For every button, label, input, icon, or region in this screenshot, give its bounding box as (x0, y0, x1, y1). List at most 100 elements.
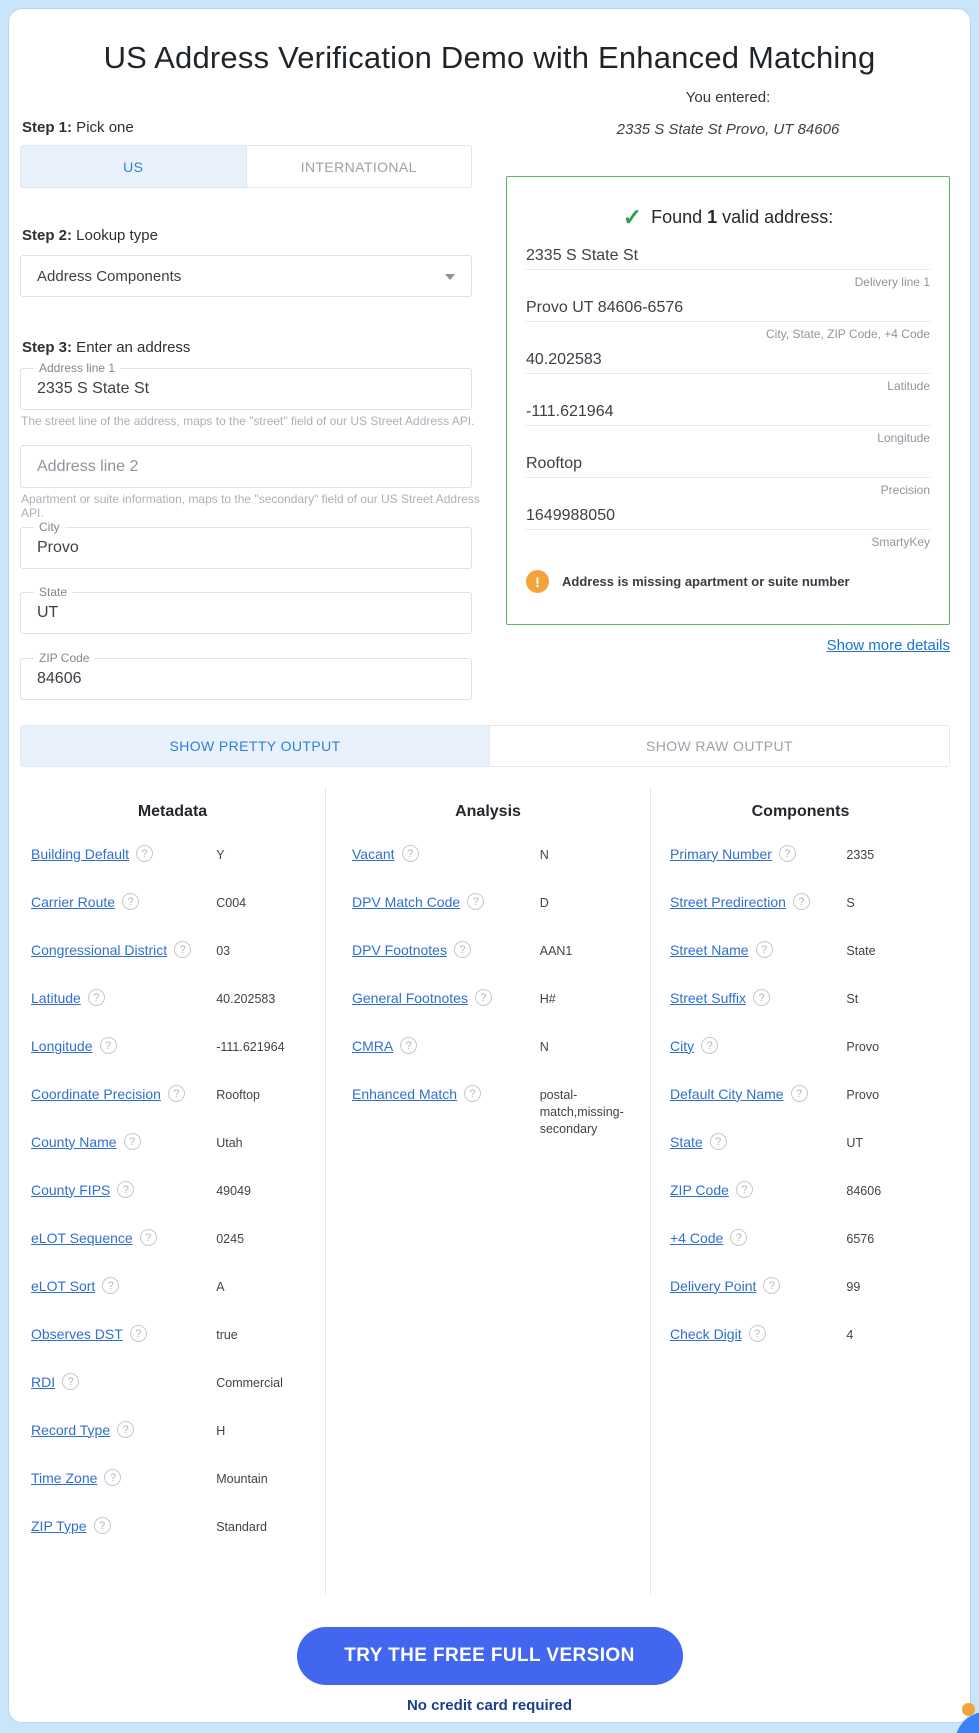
help-icon[interactable]: ? (730, 1229, 748, 1246)
show-more-details-link[interactable]: Show more details (827, 637, 950, 654)
help-icon[interactable]: ? (139, 1229, 157, 1246)
field-label-link[interactable]: Longitude (31, 1038, 93, 1054)
field-label-link[interactable]: Street Name (670, 942, 749, 958)
result-row: Rooftop Precision (526, 450, 930, 502)
tab-us[interactable]: US (21, 146, 246, 187)
address-line1-input[interactable] (21, 369, 471, 409)
help-icon[interactable]: ? (99, 1037, 117, 1054)
table-row: Longitude? -111.621964 (31, 1037, 325, 1085)
lookup-type-select[interactable]: Address Components (20, 255, 472, 297)
result-label: City, State, ZIP Code, +4 Code (766, 327, 930, 341)
help-icon[interactable]: ? (117, 1421, 135, 1438)
help-icon[interactable]: ? (117, 1181, 135, 1198)
field-label-link[interactable]: Building Default (31, 846, 129, 862)
help-icon[interactable]: ? (93, 1517, 111, 1534)
help-icon[interactable]: ? (104, 1469, 122, 1486)
help-icon[interactable]: ? (753, 989, 771, 1006)
address-line2-input[interactable] (21, 446, 471, 487)
field-label-link[interactable]: eLOT Sort (31, 1278, 95, 1294)
field-label-link[interactable]: ZIP Code (670, 1182, 729, 1198)
warning-row: ! Address is missing apartment or suite … (526, 570, 930, 593)
help-icon[interactable]: ? (400, 1037, 418, 1054)
field-label-link[interactable]: Enhanced Match (352, 1086, 457, 1102)
table-row: General Footnotes? H# (352, 989, 650, 1037)
help-icon[interactable]: ? (136, 845, 154, 862)
table-row: DPV Footnotes? AAN1 (352, 941, 650, 989)
field-label-link[interactable]: Street Suffix (670, 990, 746, 1006)
help-icon[interactable]: ? (792, 893, 810, 910)
field-label-link[interactable]: Coordinate Precision (31, 1086, 161, 1102)
result-box: ✓ Found 1 valid address: 2335 S State St … (506, 176, 950, 625)
help-icon[interactable]: ? (464, 1085, 482, 1102)
analysis-column: Analysis Vacant? N DPV Match Code? D DPV… (325, 788, 650, 1594)
help-icon[interactable]: ? (453, 941, 471, 958)
help-icon[interactable]: ? (467, 893, 485, 910)
field-value: 03 (216, 944, 231, 958)
components-rows: Primary Number? 2335 Street Predirection… (651, 845, 950, 1373)
entered-address: 2335 S State St Provo, UT 84606 (616, 121, 840, 138)
help-icon[interactable]: ? (167, 1085, 185, 1102)
try-free-full-version-button[interactable]: TRY THE FREE FULL VERSION (296, 1627, 683, 1685)
field-label-link[interactable]: DPV Match Code (352, 894, 460, 910)
result-value: 40.202583 (526, 350, 602, 368)
field-value: Utah (216, 1136, 243, 1150)
field-value: Mountain (216, 1472, 268, 1486)
help-icon[interactable]: ? (755, 941, 773, 958)
help-icon[interactable]: ? (474, 989, 492, 1006)
field-label-link[interactable]: ZIP Type (31, 1518, 87, 1534)
field-label-link[interactable]: Check Digit (670, 1326, 742, 1342)
field-label-link[interactable]: Street Predirection (670, 894, 786, 910)
help-icon[interactable]: ? (735, 1181, 753, 1198)
help-icon[interactable]: ? (129, 1325, 147, 1342)
help-icon[interactable]: ? (790, 1085, 808, 1102)
zip-input[interactable] (21, 659, 471, 699)
table-row: County Name? Utah (31, 1133, 325, 1181)
help-icon[interactable]: ? (123, 1133, 141, 1150)
table-row: eLOT Sort? A (31, 1277, 325, 1325)
field-label-link[interactable]: Vacant (352, 846, 395, 862)
field-label-link[interactable]: County Name (31, 1134, 117, 1150)
help-icon[interactable]: ? (701, 1037, 719, 1054)
field-label-link[interactable]: Time Zone (31, 1470, 97, 1486)
field-label-link[interactable]: Record Type (31, 1422, 110, 1438)
help-icon[interactable]: ? (778, 845, 796, 862)
result-label: Latitude (887, 379, 930, 393)
field-label-link[interactable]: Default City Name (670, 1086, 784, 1102)
result-label: Longitude (877, 431, 930, 445)
field-label-link[interactable]: Observes DST (31, 1326, 123, 1342)
field-label-link[interactable]: Latitude (31, 990, 81, 1006)
tab-show-raw-output[interactable]: SHOW RAW OUTPUT (489, 726, 949, 766)
city-input[interactable] (21, 528, 471, 568)
field-label-link[interactable]: Delivery Point (670, 1278, 756, 1294)
tab-show-pretty-output[interactable]: SHOW PRETTY OUTPUT (21, 726, 489, 766)
field-label-link[interactable]: State (670, 1134, 703, 1150)
field-label-link[interactable]: General Footnotes (352, 990, 468, 1006)
field-label-link[interactable]: Congressional District (31, 942, 167, 958)
field-label-link[interactable]: City (670, 1038, 694, 1054)
field-label-link[interactable]: CMRA (352, 1038, 393, 1054)
help-icon[interactable]: ? (174, 941, 192, 958)
field-label-link[interactable]: County FIPS (31, 1182, 110, 1198)
components-column-title: Components (751, 803, 850, 820)
help-icon[interactable]: ? (763, 1277, 781, 1294)
help-icon[interactable]: ? (709, 1133, 727, 1150)
field-label-link[interactable]: RDI (31, 1374, 55, 1390)
tab-international[interactable]: INTERNATIONAL (245, 146, 471, 187)
field-value: 84606 (846, 1184, 882, 1198)
field-label-link[interactable]: +4 Code (670, 1230, 723, 1246)
help-icon[interactable]: ? (401, 845, 419, 862)
field-label-link[interactable]: DPV Footnotes (352, 942, 447, 958)
help-icon[interactable]: ? (102, 1277, 120, 1294)
help-icon[interactable]: ? (87, 989, 105, 1006)
field-label-link[interactable]: Primary Number (670, 846, 772, 862)
help-icon[interactable]: ? (122, 893, 140, 910)
field-label-link[interactable]: Carrier Route (31, 894, 115, 910)
help-icon[interactable]: ? (748, 1325, 766, 1342)
output-tab-group: SHOW PRETTY OUTPUT SHOW RAW OUTPUT (20, 725, 950, 767)
field-value: -111.621964 (216, 1040, 285, 1054)
field-value: N (539, 848, 549, 862)
field-value: 40.202583 (216, 992, 276, 1006)
help-icon[interactable]: ? (62, 1373, 80, 1390)
state-input[interactable] (21, 593, 471, 633)
field-label-link[interactable]: eLOT Sequence (31, 1230, 133, 1246)
